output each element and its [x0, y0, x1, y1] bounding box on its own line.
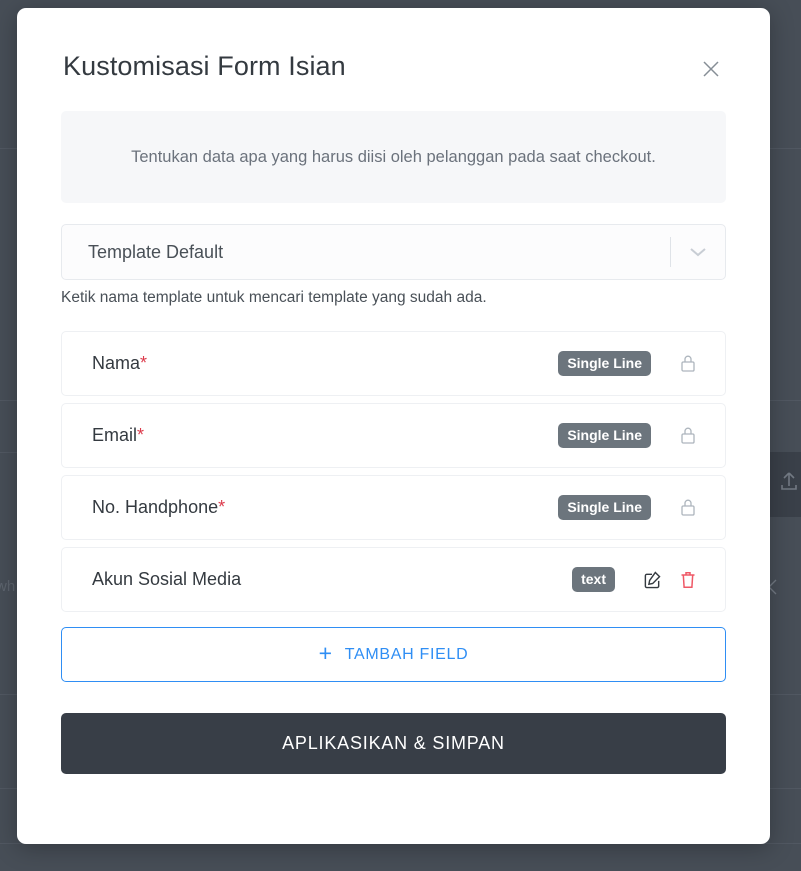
- row-actions: [631, 565, 703, 595]
- info-banner: Tentukan data apa yang harus diisi oleh …: [61, 111, 726, 204]
- row-actions: [667, 421, 703, 451]
- lock-icon: [673, 421, 703, 451]
- add-field-button[interactable]: + TAMBAH FIELD: [61, 627, 726, 683]
- field-list: Nama* Single Line Email* Single Line No.…: [61, 331, 726, 613]
- template-select[interactable]: Template Default: [61, 224, 726, 281]
- modal-header: Kustomisasi Form Isian: [17, 8, 770, 82]
- add-field-button-label: TAMBAH FIELD: [344, 645, 469, 663]
- status-badge: Single Line: [558, 423, 651, 449]
- field-label: Akun Sosial Media: [92, 569, 242, 590]
- table-row[interactable]: No. Handphone* Single Line: [61, 475, 726, 541]
- save-button[interactable]: APLIKASIKAN & SIMPAN: [61, 713, 726, 775]
- template-select-value: Template Default: [88, 241, 224, 262]
- table-row[interactable]: Akun Sosial Media text: [61, 547, 726, 613]
- save-button-label: APLIKASIKAN & SIMPAN: [282, 733, 505, 754]
- field-label: No. Handphone*: [92, 497, 226, 518]
- modal-body: Tentukan data apa yang harus diisi oleh …: [17, 111, 770, 775]
- customize-form-modal: Kustomisasi Form Isian Tentukan data apa…: [17, 8, 770, 844]
- status-badge: text: [572, 567, 615, 593]
- upload-icon[interactable]: [779, 470, 799, 497]
- background-text-fragment: wh: [0, 578, 16, 595]
- plus-icon: +: [318, 640, 333, 667]
- template-select-hint: Ketik nama template untuk mencari templa…: [61, 289, 487, 307]
- close-icon[interactable]: [696, 54, 726, 84]
- required-indicator: *: [218, 497, 226, 518]
- required-indicator: *: [137, 425, 145, 446]
- row-actions: [667, 349, 703, 379]
- field-label: Email*: [92, 425, 145, 446]
- chevron-down-icon[interactable]: [671, 246, 725, 258]
- lock-icon: [673, 349, 703, 379]
- edit-icon[interactable]: [637, 565, 667, 595]
- lock-icon: [673, 493, 703, 523]
- info-banner-text: Tentukan data apa yang harus diisi oleh …: [131, 147, 656, 166]
- table-row[interactable]: Nama* Single Line: [61, 331, 726, 397]
- status-badge: Single Line: [558, 351, 651, 377]
- status-badge: Single Line: [558, 495, 651, 521]
- table-row[interactable]: Email* Single Line: [61, 403, 726, 469]
- page-title: Kustomisasi Form Isian: [63, 51, 346, 81]
- delete-icon[interactable]: [673, 565, 703, 595]
- row-actions: [667, 493, 703, 523]
- required-indicator: *: [140, 353, 148, 374]
- field-label: Nama*: [92, 353, 148, 374]
